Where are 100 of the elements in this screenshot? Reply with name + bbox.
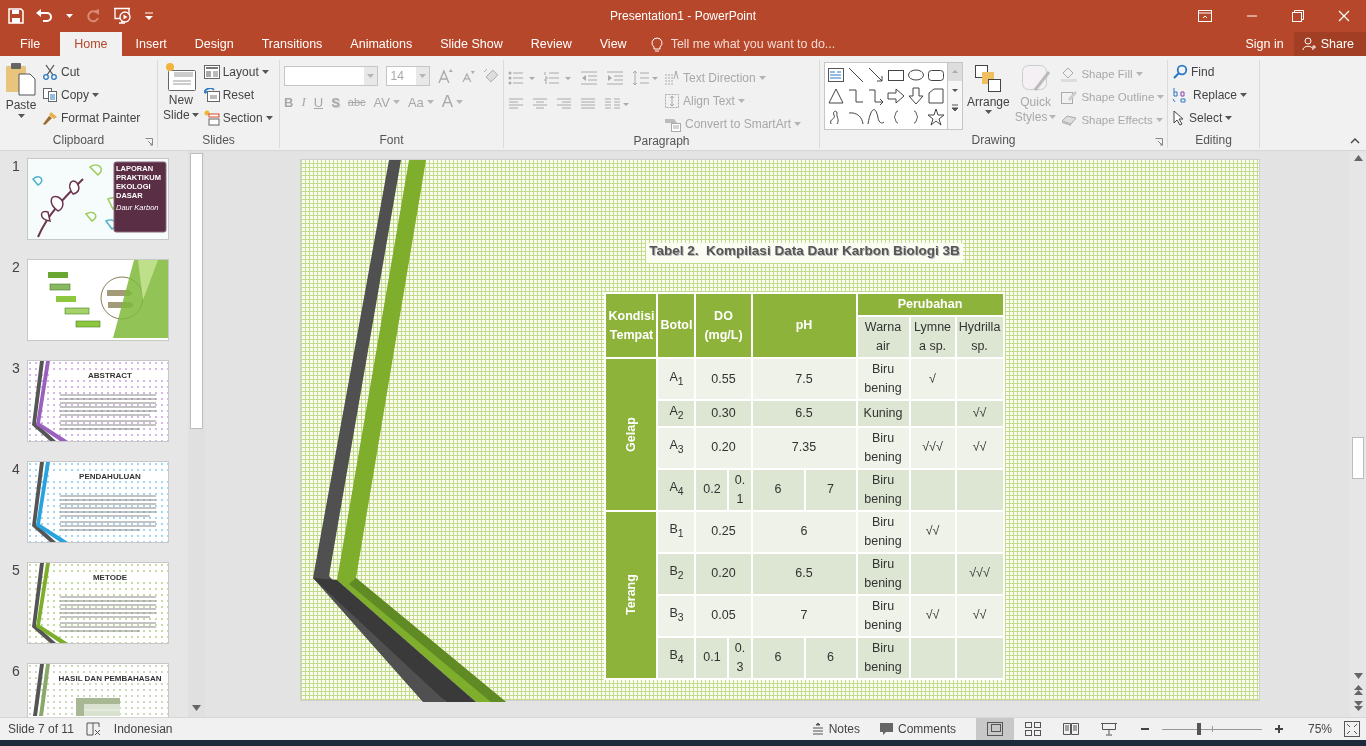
table-cell: 0.1 — [695, 636, 729, 679]
row-group-header: Terang — [605, 510, 658, 679]
scroll-thumb[interactable] — [1352, 437, 1364, 479]
group-label: Paragraph — [633, 134, 690, 148]
ribbon-tab[interactable]: Animations — [336, 32, 427, 56]
share-button[interactable]: Share — [1293, 32, 1366, 56]
slide-thumbnail[interactable]: PENDAHULUAN — [27, 461, 169, 543]
ribbon-tab[interactable]: View — [585, 32, 641, 56]
language-label[interactable]: Indonesian — [113, 722, 173, 736]
comments-button[interactable]: Comments — [880, 722, 956, 736]
group-label: Font — [379, 133, 404, 147]
group-label: Editing — [1195, 133, 1232, 147]
spell-check-icon[interactable] — [85, 722, 102, 736]
zoom-in-icon[interactable] — [1274, 724, 1284, 734]
ribbon-command[interactable]: Cut — [42, 62, 141, 82]
check-marks: √√√ — [969, 566, 990, 580]
table-cell: 0.3 — [728, 636, 752, 679]
view-button[interactable] — [976, 718, 1014, 740]
close-icon[interactable] — [1338, 10, 1350, 22]
triangle-icon[interactable] — [827, 87, 845, 105]
tell-me-field[interactable]: Tell me what you want to do... — [668, 36, 893, 52]
ribbon-tab[interactable]: File — [0, 32, 61, 56]
ribbon-tab[interactable]: Design — [180, 32, 248, 56]
paste-button[interactable]: Paste — [4, 60, 38, 132]
scroll-up-icon[interactable] — [1353, 155, 1363, 161]
slide-thumbnail[interactable] — [27, 259, 169, 341]
slide-number: 5 — [12, 562, 21, 578]
ribbon-command[interactable]: Select — [1172, 108, 1248, 128]
ribbon-command[interactable]: Copy — [42, 85, 141, 105]
caret-icon — [426, 100, 434, 104]
slide-thumbnail[interactable]: METODE — [27, 562, 169, 644]
arrange-icon — [974, 64, 1003, 94]
caret-icon — [1049, 115, 1057, 119]
column-header: Botol — [657, 293, 696, 358]
ribbon-tab[interactable]: Slide Show — [426, 32, 517, 56]
zoom-percentage[interactable]: 75% — [1296, 722, 1332, 736]
curve-icon[interactable] — [867, 108, 885, 126]
scrollbar[interactable] — [188, 151, 205, 717]
maximize-icon[interactable] — [1292, 10, 1304, 22]
ribbon-command[interactable]: Replace — [1172, 85, 1248, 105]
slider-thumb[interactable] — [1197, 723, 1201, 735]
presentation-icon[interactable] — [113, 7, 133, 25]
table-cell: B$_{2}$ — [657, 552, 696, 595]
right-arrow-icon[interactable] — [887, 87, 905, 105]
font-name-field[interactable] — [284, 66, 379, 86]
scroll-down-icon[interactable] — [192, 705, 201, 711]
save-icon[interactable] — [8, 8, 24, 24]
ribbon-command[interactable]: Section — [203, 108, 273, 128]
table-cell: A$_{2}$ — [657, 400, 696, 427]
sign-in-link[interactable]: Sign in — [1235, 32, 1294, 56]
dialog-launcher-icon[interactable] — [145, 138, 153, 146]
ribbon-command[interactable]: Find — [1172, 62, 1248, 82]
previous-slide-icon[interactable] — [1353, 685, 1363, 695]
line-icon[interactable] — [847, 66, 865, 84]
table-cell: 6 — [751, 468, 805, 511]
star-icon[interactable] — [927, 108, 945, 126]
ribbon-tab[interactable]: Transitions — [247, 32, 337, 56]
clipboard-icon — [5, 62, 37, 96]
slide-thumbnail[interactable]: HASIL DAN PEMBAHASAN — [27, 663, 169, 717]
arrow-line-icon[interactable] — [867, 66, 885, 84]
caret-icon[interactable] — [66, 14, 73, 18]
next-slide-icon[interactable] — [1353, 701, 1363, 711]
caret-icon — [418, 74, 426, 78]
notes-button[interactable]: Notes — [811, 722, 860, 736]
ribbon-command[interactable]: Layout — [203, 62, 273, 82]
check-marks: √ — [929, 371, 936, 386]
table-cell: 0.30 — [695, 400, 752, 427]
ribbon-tab[interactable]: Home — [60, 32, 122, 56]
undo-icon[interactable] — [36, 9, 54, 23]
caret-icon — [984, 110, 992, 114]
down-arrow-icon[interactable] — [907, 87, 925, 105]
dialog-launcher-icon[interactable] — [1155, 138, 1163, 146]
oval-icon[interactable] — [907, 66, 925, 84]
customize-menu-icon[interactable] — [145, 12, 153, 20]
slide-show-icon — [1101, 722, 1117, 736]
new-slide-button[interactable]: New Slide — [162, 60, 200, 132]
check-marks: √√ — [972, 405, 987, 420]
arrange-button[interactable]: Arrange — [966, 62, 1011, 116]
scroll-down-icon[interactable] — [1353, 673, 1363, 679]
table-cell: Kuning — [856, 400, 910, 427]
ribbon-command[interactable]: Reset — [203, 85, 273, 105]
table-cell: B$_{1}$ — [657, 510, 696, 553]
elbow-arrow-icon[interactable] — [867, 87, 885, 105]
ribbon-tab[interactable]: Review — [516, 32, 586, 56]
ribbon-command[interactable]: Format Painter — [42, 108, 141, 128]
caret-icon — [261, 70, 269, 74]
table-cell: 0.2 — [695, 468, 729, 511]
table-cell: 0.25 — [695, 510, 752, 553]
slide-thumbnail[interactable]: ABSTRACT — [27, 360, 169, 442]
caret-icon — [737, 99, 745, 103]
collapse-ribbon-icon[interactable] — [1350, 138, 1360, 144]
ribbon-tab[interactable]: Insert — [121, 32, 181, 56]
ribbon-display-icon[interactable] — [1198, 10, 1212, 22]
notes-icon — [811, 723, 824, 735]
text-box-icon[interactable] — [827, 66, 845, 84]
table-cell: A$_{3}$ — [657, 426, 696, 469]
fit-to-window-icon[interactable] — [1344, 721, 1360, 737]
slide-number: 1 — [12, 158, 21, 174]
pencil-icon — [1060, 89, 1079, 105]
scroll-thumb[interactable] — [190, 153, 203, 429]
